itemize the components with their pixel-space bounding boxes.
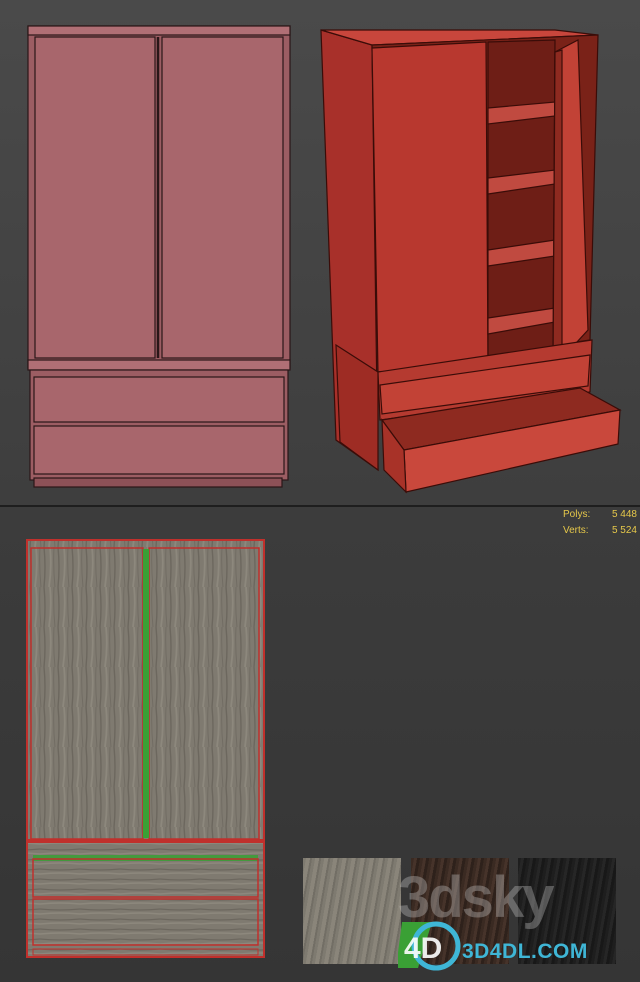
wardrobe-perspective-view[interactable] <box>320 29 622 494</box>
top-viewport[interactable] <box>0 0 640 505</box>
material-swatch-light-wood[interactable] <box>303 858 401 964</box>
polys-label: Polys: <box>563 509 591 520</box>
watermark-site: 3D4DL.COM <box>462 940 588 963</box>
verts-value: 5 524 <box>611 525 637 536</box>
watermark-logo-icon: 4D <box>398 921 461 971</box>
watermark-logo-text: 4D <box>404 932 442 965</box>
wardrobe-views <box>27 25 622 494</box>
uv-textured-wardrobe <box>26 539 265 958</box>
scene-statistics: Polys: 5 448 Verts: 5 524 <box>563 507 637 539</box>
wardrobe-front-view[interactable] <box>27 25 291 488</box>
uv-seam-center <box>143 549 149 838</box>
verts-label: Verts: <box>563 525 589 536</box>
uv-seam-drawer <box>33 855 258 861</box>
polys-value: 5 448 <box>611 509 637 520</box>
